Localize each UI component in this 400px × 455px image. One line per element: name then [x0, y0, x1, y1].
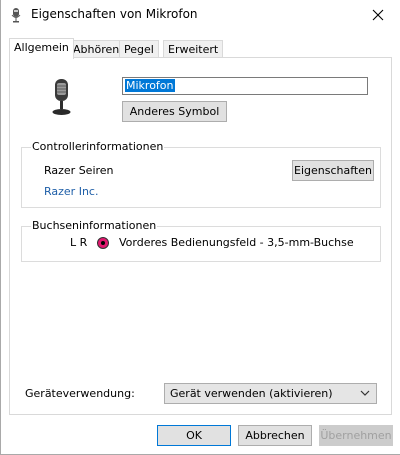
tab-pegel[interactable]: Pegel [119, 40, 159, 58]
jack-info-heading: Buchseninformationen [31, 219, 158, 232]
tab-allgemein[interactable]: Allgemein [9, 38, 74, 59]
controller-properties-button[interactable]: Eigenschaften [292, 160, 374, 181]
tab-erweitert[interactable]: Erweitert [163, 40, 224, 58]
jack-channels: L R [70, 236, 88, 249]
chevron-down-icon [360, 384, 370, 410]
close-icon [372, 9, 384, 21]
microphone-icon [11, 8, 21, 23]
title-bar: Eigenschaften von Mikrofon [1, 0, 400, 30]
apply-button[interactable]: Übernehmen [319, 425, 393, 446]
dialog-window: Eigenschaften von Mikrofon Allgemein Abh… [0, 0, 400, 455]
device-name-text: Mikrofon [125, 79, 175, 92]
jack-description: Vorderes Bedienungsfeld - 3,5-mm-Buchse [119, 236, 354, 249]
device-usage-select[interactable]: Gerät verwenden (aktivieren) [164, 383, 377, 404]
microphone-icon [52, 79, 71, 115]
cancel-button[interactable]: Abbrechen [238, 425, 312, 446]
device-usage-value: Gerät verwenden (aktivieren) [170, 387, 333, 400]
jack-color-indicator [97, 237, 109, 249]
device-name-input[interactable]: Mikrofon [122, 77, 368, 95]
controller-vendor: Razer Inc. [44, 185, 99, 198]
ok-button[interactable]: OK [157, 425, 231, 446]
device-usage-label: Geräteverwendung: [25, 387, 135, 400]
close-button[interactable] [355, 0, 400, 30]
controller-info-heading: Controllerinformationen [31, 140, 165, 153]
controller-name: Razer Seiren [44, 164, 114, 177]
change-icon-button[interactable]: Anderes Symbol [122, 101, 227, 122]
tab-abhoeren[interactable]: Abhören [68, 40, 125, 58]
window-title: Eigenschaften von Mikrofon [31, 7, 198, 21]
